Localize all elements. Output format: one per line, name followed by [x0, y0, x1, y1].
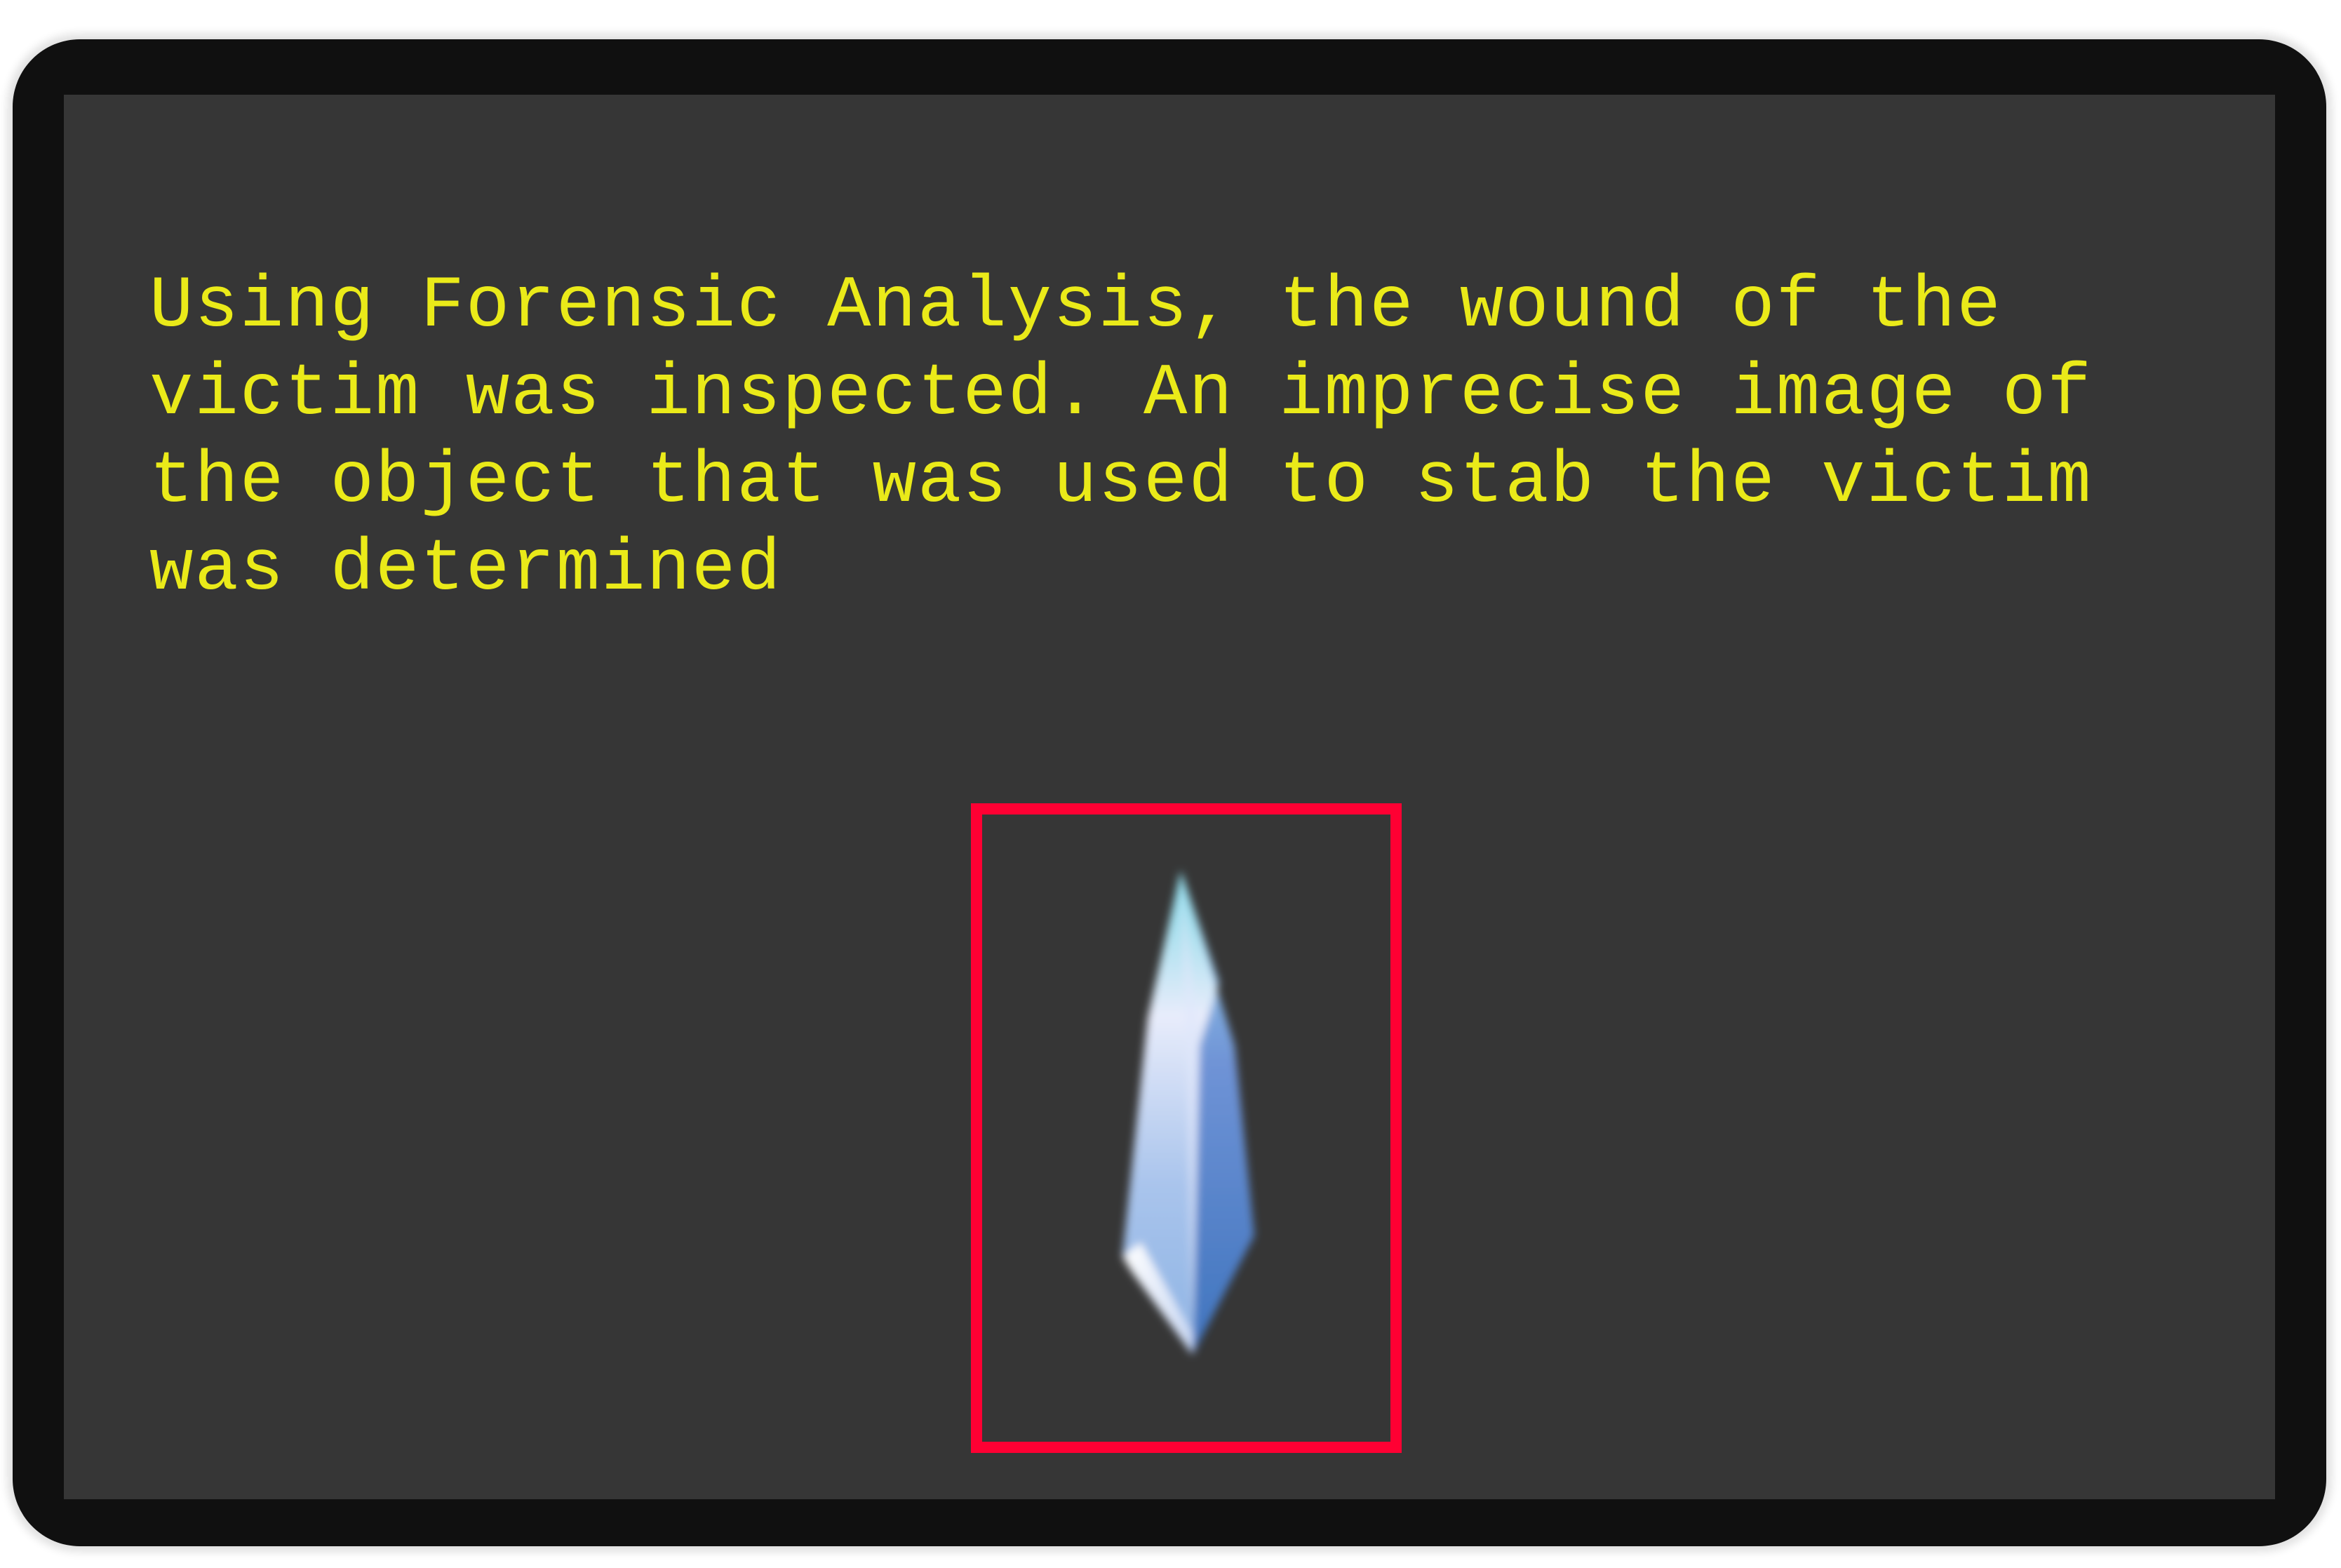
game-screen: Using Forensic Analysis, the wound of th…: [64, 95, 2275, 1499]
evidence-image-frame: [971, 803, 1402, 1453]
narration-text: Using Forensic Analysis, the wound of th…: [149, 265, 2093, 611]
crystal-shard-icon: [1122, 871, 1254, 1355]
game-window-frame: Using Forensic Analysis, the wound of th…: [13, 39, 2326, 1546]
